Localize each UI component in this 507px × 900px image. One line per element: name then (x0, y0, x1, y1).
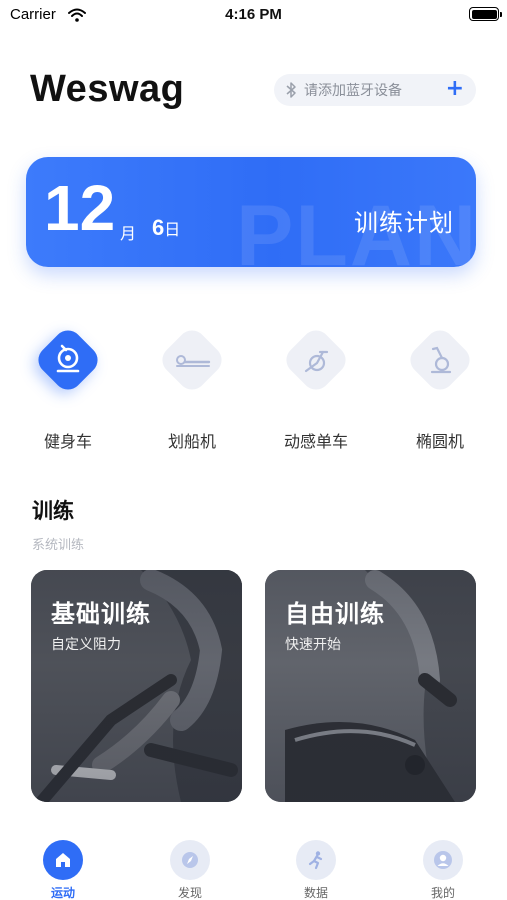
equipment-label: 动感单车 (283, 432, 348, 451)
home-icon (56, 853, 70, 867)
tab-label: 运动 (50, 886, 75, 900)
battery-icon (469, 7, 502, 21)
tab-label: 数据 (303, 886, 328, 900)
tab-data[interactable]: 数据 (276, 840, 356, 900)
bluetooth-icon (284, 81, 298, 99)
plan-day-number: 6 (152, 215, 165, 240)
plan-month-unit: 月 (120, 224, 137, 243)
tab-mine[interactable]: 我的 (403, 840, 483, 900)
training-plan-banner[interactable]: PLAN 12 月 6日 训练计划 (26, 157, 476, 267)
exercise-bike-icon (304, 350, 329, 373)
free-training-card[interactable]: 自由训练 快速开始 (265, 570, 476, 802)
elliptical-icon (430, 346, 452, 374)
rowing-machine-icon (176, 355, 211, 367)
plan-day-unit: 日 (164, 220, 181, 239)
tab-discover[interactable]: 发现 (150, 840, 230, 900)
status-time: 4:16 PM (225, 6, 282, 23)
tab-sport[interactable]: 运动 (23, 840, 103, 900)
app-title: Weswag (30, 68, 185, 110)
status-bar: Carrier 4:16 PM (0, 0, 507, 30)
spin-bike-icon (56, 344, 80, 373)
card-title: 基础训练 (51, 600, 151, 628)
equipment-elliptical[interactable]: 椭圆机 (390, 322, 490, 452)
compass-icon (182, 852, 198, 868)
add-bluetooth-device-button[interactable]: 请添加蓝牙设备 + (274, 74, 476, 106)
tab-bar: 运动 发现 数据 我的 (0, 830, 507, 900)
plan-day: 6日 (152, 215, 180, 241)
tab-label: 发现 (177, 886, 202, 900)
add-bluetooth-device-label: 请添加蓝牙设备 (304, 83, 402, 99)
equipment-spin-bike[interactable]: 健身车 (18, 322, 118, 452)
equipment-label: 健身车 (43, 432, 92, 451)
tab-label: 我的 (430, 886, 455, 900)
equipment-label: 划船机 (167, 432, 216, 451)
equipment-label: 椭圆机 (415, 432, 464, 451)
plus-icon: + (445, 76, 464, 101)
section-title: 训练 (32, 499, 74, 523)
card-title: 自由训练 (285, 600, 385, 628)
user-icon (434, 851, 452, 869)
basic-training-card[interactable]: 基础训练 自定义阻力 (31, 570, 242, 802)
card-subtitle: 快速开始 (285, 637, 341, 653)
plan-label: 训练计划 (354, 209, 454, 237)
section-subtitle: 系统训练 (32, 538, 85, 553)
card-subtitle: 自定义阻力 (51, 637, 121, 653)
equipment-rowing-machine[interactable]: 划船机 (142, 322, 242, 452)
runner-icon (308, 851, 323, 870)
plan-month-number: 12 (44, 172, 116, 244)
equipment-exercise-bike[interactable]: 动感单车 (266, 322, 366, 452)
